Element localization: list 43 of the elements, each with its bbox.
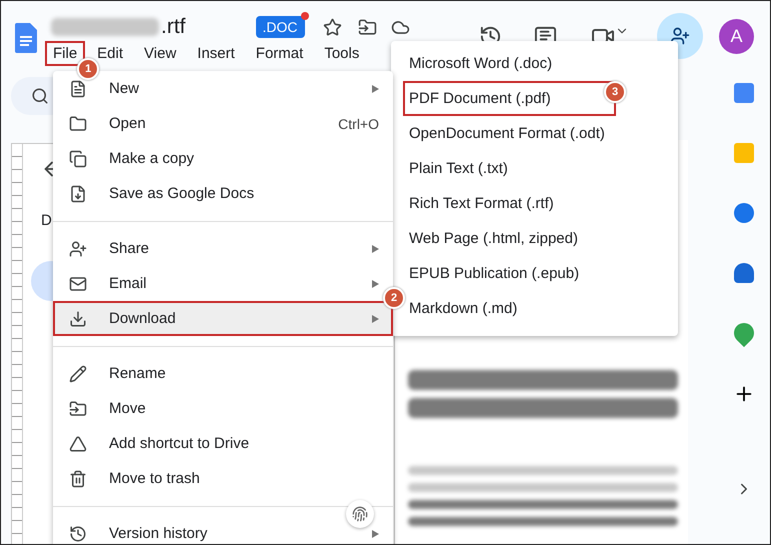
menu-item[interactable]: Save as Google Docs xyxy=(53,176,393,211)
menu-item[interactable]: Move to trash xyxy=(53,461,393,496)
menu-item[interactable]: Make a copy xyxy=(53,141,393,176)
menu-tab[interactable]: View xyxy=(136,41,184,66)
menu-item[interactable]: Add shortcut to Drive xyxy=(53,426,393,461)
menu-item-icon xyxy=(69,524,87,542)
menu-item[interactable]: Move xyxy=(53,391,393,426)
menu-item-icon xyxy=(69,434,87,452)
menu-item-icon xyxy=(69,80,87,98)
menu-item-icon xyxy=(69,184,87,202)
menu-tab[interactable]: Format xyxy=(248,41,312,66)
menu-item-icon xyxy=(69,400,87,418)
step-callout: 1 xyxy=(77,58,100,80)
shortcut-text: Ctrl+O xyxy=(338,116,379,132)
step-callout: 3 xyxy=(604,81,626,103)
fingerprint-icon xyxy=(352,506,368,522)
docs-logo-icon[interactable] xyxy=(15,23,37,53)
notification-dot xyxy=(300,12,308,20)
menu-item[interactable]: Rich Text Format (.rtf) xyxy=(391,186,678,221)
menu-item-icon xyxy=(69,240,87,258)
menu-item-icon xyxy=(69,274,87,292)
menu-item[interactable]: Share xyxy=(53,231,393,266)
menu-item[interactable]: Web Page (.html, zipped) xyxy=(391,221,678,256)
menu-tab[interactable]: Insert xyxy=(189,41,243,66)
menu-item[interactable]: Download xyxy=(53,301,393,336)
menu-item[interactable]: Microsoft Word (.doc) xyxy=(391,46,678,81)
menu-item-icon xyxy=(69,150,87,168)
move-folder-icon[interactable] xyxy=(358,18,376,36)
star-icon[interactable] xyxy=(322,18,342,36)
menu-item-icon xyxy=(69,470,87,488)
menu-item[interactable]: Rename xyxy=(53,356,393,391)
menu-item-icon xyxy=(69,114,87,132)
menu-item-icon xyxy=(69,310,87,328)
menu-item[interactable]: Open Ctrl+O xyxy=(53,106,393,141)
add-person-icon xyxy=(670,26,690,46)
user-avatar[interactable]: A xyxy=(719,18,754,54)
menu-item-icon xyxy=(69,364,87,382)
document-title[interactable]: .rtf xyxy=(161,15,186,39)
menu-item[interactable]: Plain Text (.txt) xyxy=(391,151,678,186)
outline-heading: D xyxy=(41,212,53,229)
menu-tab[interactable]: Tools xyxy=(316,41,368,66)
search-icon xyxy=(31,87,49,105)
menu-item[interactable]: OpenDocument Format (.odt) xyxy=(391,116,678,151)
